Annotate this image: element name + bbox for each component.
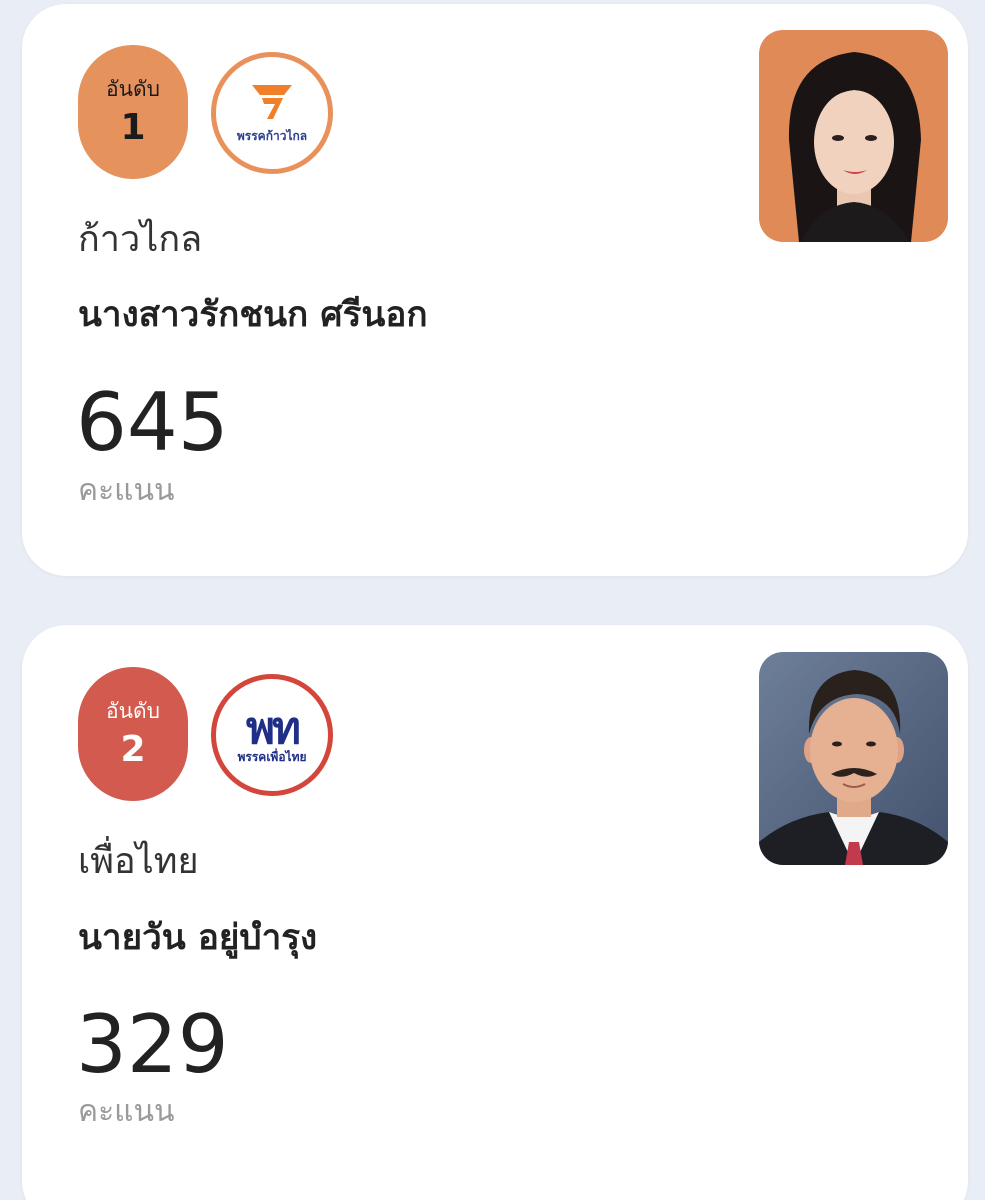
party-logo-caption: พรรคก้าวไกล [236, 129, 308, 143]
candidate-name: นางสาวรักชนก ศรีนอก [78, 295, 428, 335]
candidate-card-2[interactable]: อันดับ 2 พท พรรคเพื่อไทย เพื่อไทย นายวัน… [22, 625, 968, 1200]
candidate-card-1[interactable]: อันดับ 1 พรรคก้าวไกล ก้าวไกล นางสาวรักชน… [22, 4, 968, 576]
vote-unit: คะแนน [78, 1094, 175, 1129]
move-forward-party-logo-icon [250, 83, 294, 125]
rank-number: 2 [120, 729, 146, 770]
results-screen: อันดับ 1 พรรคก้าวไกล ก้าวไกล นางสาวรักชน… [0, 0, 985, 1200]
rank-label: อันดับ [106, 699, 160, 723]
candidate-name: นายวัน อยู่บำรุง [78, 918, 318, 958]
candidate-photo [759, 652, 948, 865]
vote-count: 329 [76, 998, 229, 1091]
party-logo: พรรคก้าวไกล [211, 52, 333, 174]
party-name: เพื่อไทย [78, 841, 199, 882]
party-logo: พท พรรคเพื่อไทย [211, 674, 333, 796]
vote-unit: คะแนน [78, 473, 175, 508]
rank-badge: อันดับ 2 [78, 667, 188, 801]
rank-label: อันดับ [106, 77, 160, 101]
party-name: ก้าวไกล [78, 219, 203, 260]
rank-badge: อันดับ 1 [78, 45, 188, 179]
vote-count: 645 [76, 376, 229, 469]
party-logo-caption: พรรคเพื่อไทย [237, 750, 307, 764]
candidate-photo [759, 30, 948, 242]
pheu-thai-party-logo-icon: พท [245, 703, 301, 754]
rank-number: 1 [120, 107, 146, 148]
